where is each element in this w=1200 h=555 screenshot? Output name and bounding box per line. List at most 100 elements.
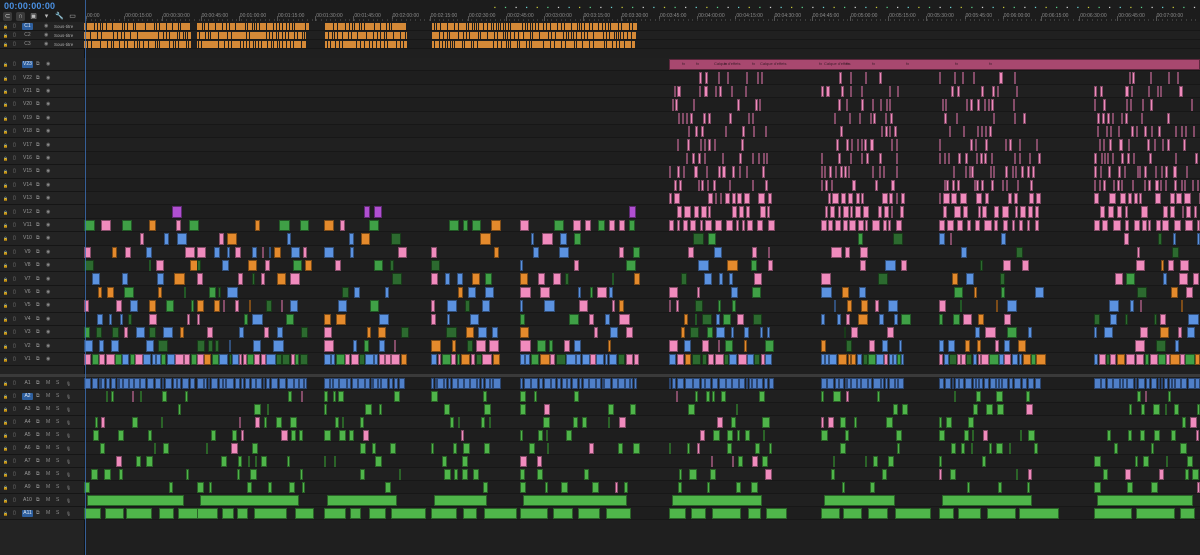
dialogue-audio-clip[interactable] [339, 378, 347, 389]
sfx-audio-clip[interactable] [453, 469, 458, 480]
dialogue-audio-clip[interactable] [589, 378, 596, 389]
subtitle-clip[interactable] [443, 32, 447, 39]
pink-clip[interactable] [980, 85, 984, 98]
video-clip[interactable] [378, 327, 386, 339]
sfx-audio-clip[interactable] [534, 391, 537, 402]
sfx-audio-clip[interactable] [543, 404, 550, 415]
pink-clip[interactable] [1130, 85, 1133, 98]
pink-clip[interactable] [1099, 206, 1105, 218]
subtitle-clip[interactable] [621, 23, 626, 30]
video-clip[interactable] [949, 233, 953, 245]
video-clip[interactable] [482, 353, 492, 366]
pink-clip[interactable] [1094, 166, 1098, 178]
track-lane-v18[interactable] [84, 125, 1200, 139]
track-name[interactable]: A6 [22, 445, 33, 452]
pink-clip[interactable] [753, 126, 756, 138]
pink-clip[interactable] [1125, 112, 1129, 124]
sfx-audio-clip[interactable] [1124, 469, 1132, 480]
video-clip[interactable] [833, 300, 837, 312]
music-audio-clip[interactable] [1097, 495, 1193, 506]
pink-clip[interactable] [745, 206, 750, 218]
video-clip[interactable] [336, 313, 346, 325]
video-clip[interactable] [694, 313, 697, 325]
source-patch-icon[interactable]: ▯ [13, 32, 16, 39]
sfx-audio-clip[interactable] [480, 417, 486, 428]
music-audio-clip[interactable] [1135, 508, 1175, 519]
music-audio-clip[interactable] [350, 508, 362, 519]
wrench-icon[interactable]: 🔧 [55, 12, 64, 21]
video-clip[interactable] [825, 353, 829, 366]
sfx-audio-clip[interactable] [968, 417, 974, 428]
lock-icon[interactable]: 🔒 [3, 356, 8, 363]
pink-clip[interactable] [720, 193, 723, 205]
sfx-audio-clip[interactable] [939, 469, 943, 480]
eye-icon[interactable]: ◉ [46, 155, 50, 162]
subtitle-clip[interactable] [546, 23, 551, 30]
subtitle-clip[interactable] [611, 32, 615, 39]
sync-lock-icon[interactable]: ⧉ [36, 235, 40, 242]
sfx-audio-clip[interactable] [461, 456, 469, 467]
track-lane-v8[interactable] [84, 259, 1200, 273]
sfx-audio-clip[interactable] [132, 417, 139, 428]
video-clip[interactable] [485, 286, 495, 299]
ruler-marker[interactable]: ▪ [907, 5, 909, 11]
source-patch-icon[interactable]: ▯ [13, 302, 16, 309]
pink-clip[interactable] [944, 99, 947, 111]
dialogue-audio-clip[interactable] [889, 378, 895, 389]
dialogue-audio-clip[interactable] [398, 378, 405, 389]
pink-clip[interactable] [758, 193, 765, 205]
dialogue-audio-clip[interactable] [705, 378, 712, 389]
sfx-audio-clip[interactable] [885, 417, 893, 428]
sync-lock-icon[interactable]: ⧉ [36, 209, 40, 216]
eye-icon[interactable]: ◉ [46, 235, 50, 242]
source-patch-icon[interactable]: ▯ [13, 128, 16, 135]
video-clip[interactable] [130, 300, 138, 312]
dialogue-audio-clip[interactable] [671, 378, 677, 389]
subtitle-clip[interactable] [610, 23, 615, 30]
pink-clip[interactable] [728, 179, 731, 191]
video-clip[interactable] [576, 353, 582, 366]
subtitle-clip[interactable] [97, 23, 101, 30]
video-clip[interactable] [966, 353, 973, 366]
video-clip[interactable] [1094, 313, 1101, 325]
sfx-audio-clip[interactable] [678, 482, 682, 493]
subtitle-clip[interactable] [119, 23, 123, 30]
music-audio-clip[interactable] [523, 495, 627, 506]
ruler-marker[interactable]: ▪ [600, 5, 602, 11]
video-clip[interactable] [431, 313, 437, 325]
ruler-marker[interactable]: ▪ [536, 5, 538, 11]
subtitle-clip[interactable] [104, 41, 108, 48]
video-clip[interactable] [484, 273, 493, 285]
playhead-line[interactable] [85, 0, 86, 555]
music-audio-clip[interactable] [390, 508, 427, 519]
ruler-marker[interactable]: ▪ [1035, 5, 1037, 11]
pink-clip[interactable] [1179, 85, 1183, 98]
sfx-audio-clip[interactable] [735, 482, 742, 493]
subtitle-clip[interactable] [475, 32, 479, 39]
video-clip[interactable] [285, 313, 294, 325]
track-lane-a6[interactable] [84, 442, 1200, 455]
pink-clip[interactable] [976, 99, 981, 111]
music-audio-clip[interactable] [577, 508, 600, 519]
video-clip[interactable] [1153, 313, 1158, 325]
ruler-marker[interactable]: ▪ [653, 5, 655, 11]
subtitle-clip[interactable] [259, 23, 263, 30]
sfx-audio-clip[interactable] [630, 404, 637, 415]
video-clip[interactable] [175, 353, 184, 366]
source-patch-icon[interactable]: ▯ [13, 168, 16, 175]
sfx-audio-clip[interactable] [399, 469, 402, 480]
video-clip[interactable] [689, 327, 699, 339]
pink-clip[interactable] [1107, 112, 1110, 124]
pink-clip[interactable] [1028, 152, 1032, 165]
video-clip[interactable] [1178, 327, 1182, 339]
video-clip[interactable] [530, 353, 540, 366]
pink-clip[interactable] [1036, 193, 1042, 205]
sync-lock-icon[interactable]: ⧉ [36, 88, 40, 95]
title-clip[interactable] [448, 219, 459, 232]
sfx-audio-clip[interactable] [390, 443, 396, 454]
video-clip[interactable] [669, 353, 677, 366]
video-clip[interactable] [324, 340, 335, 352]
ruler-marker[interactable]: ▪ [897, 5, 899, 11]
video-clip[interactable] [155, 260, 164, 272]
subtitle-clip[interactable] [100, 41, 104, 48]
